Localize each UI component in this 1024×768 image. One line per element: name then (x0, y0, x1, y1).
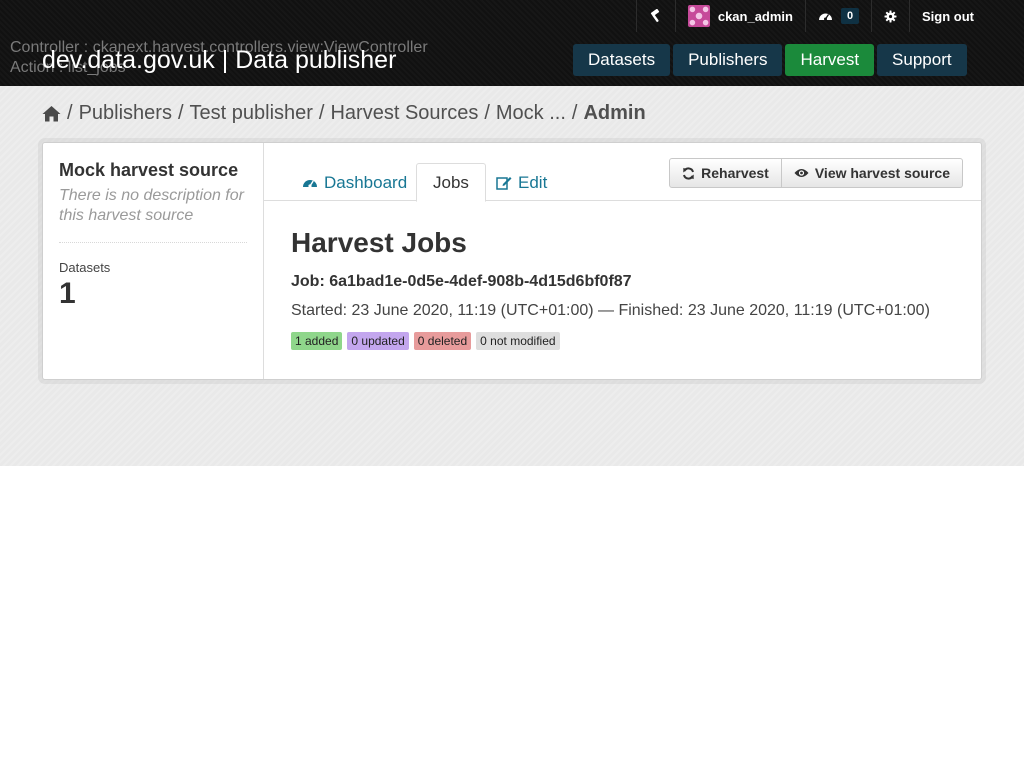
sign-out-label: Sign out (922, 8, 974, 24)
datasets-stat-label: Datasets (59, 260, 111, 275)
harvest-source-panel: Mock harvest source There is no descript… (42, 142, 982, 380)
home-icon[interactable] (42, 105, 61, 122)
sysadmin-link[interactable] (635, 0, 675, 32)
sign-out-link[interactable]: Sign out (909, 0, 986, 32)
user-link[interactable]: ckan_admin (674, 0, 805, 32)
account-bar: ckan_admin 0 Sign out (635, 0, 986, 32)
breadcrumb-publishers[interactable]: Publishers (79, 102, 172, 125)
updated-badge: 0 updated (347, 332, 409, 350)
source-title: Mock harvest source (59, 160, 239, 180)
nav-harvest[interactable]: Harvest (785, 44, 875, 76)
tab-jobs[interactable]: Jobs (416, 163, 486, 202)
masthead: ckan_admin 0 Sign out Controller: ckane… (0, 0, 1024, 86)
dashboard-icon (302, 176, 318, 189)
content-area: Dashboard Jobs Edit Reharvest View harve… (264, 143, 981, 379)
job-status-labels: 1 added 0 updated 0 deleted 0 not modifi… (291, 332, 961, 350)
source-description: There is no description for this harvest… (59, 186, 247, 243)
dashboard-count-badge: 0 (841, 8, 859, 24)
hammer-icon (649, 9, 663, 23)
main-nav: Datasets Publishers Harvest Support (573, 44, 967, 76)
tab-jobs-label: Jobs (433, 172, 469, 192)
gear-icon (884, 10, 897, 23)
tab-bar: Dashboard Jobs Edit Reharvest View harve… (264, 143, 981, 202)
breadcrumb-separator: / (484, 102, 490, 124)
tab-dashboard-label: Dashboard (324, 172, 408, 192)
reharvest-button[interactable]: Reharvest (669, 158, 782, 188)
job-title[interactable]: Job: 6a1bad1e-0d5e-4def-908b-4d15d6bf0f8… (291, 273, 961, 291)
breadcrumb-harvest-sources[interactable]: Harvest Sources (330, 102, 478, 125)
job-times: Started: 23 June 2020, 11:19 (UTC+01:00)… (291, 302, 930, 319)
action-buttons: Reharvest View harvest source (669, 158, 963, 188)
settings-link[interactable] (871, 0, 909, 32)
avatar (687, 5, 710, 27)
not-modified-badge: 0 not modified (476, 332, 560, 350)
datasets-stat-value: 1 (59, 277, 76, 310)
sidebar: Mock harvest source There is no descript… (43, 143, 264, 379)
breadcrumb-mock-source[interactable]: Mock ... (496, 102, 566, 125)
edit-icon (496, 175, 512, 190)
eye-icon (794, 168, 809, 178)
tab-edit-label: Edit (518, 172, 548, 192)
nav-publishers[interactable]: Publishers (673, 44, 783, 76)
added-badge: 1 added (291, 332, 343, 350)
username: ckan_admin (717, 8, 793, 24)
site-title[interactable]: dev.data.gov.uk | Data publisher (42, 45, 396, 75)
refresh-icon (682, 166, 695, 180)
tab-edit[interactable]: Edit (480, 163, 563, 202)
nav-datasets[interactable]: Datasets (573, 44, 671, 76)
nav-support[interactable]: Support (877, 44, 967, 76)
view-harvest-source-button[interactable]: View harvest source (781, 158, 963, 188)
main-area: / Publishers / Test publisher / Harvest … (0, 86, 1024, 466)
breadcrumb: / Publishers / Test publisher / Harvest … (42, 102, 646, 125)
view-harvest-source-label: View harvest source (814, 165, 950, 181)
deleted-badge: 0 deleted (413, 332, 472, 350)
dashboard-icon (818, 10, 833, 22)
breadcrumb-current: Admin (583, 102, 646, 124)
page-title: Harvest Jobs (291, 227, 467, 258)
breadcrumb-test-publisher[interactable]: Test publisher (190, 102, 313, 125)
dashboard-link[interactable]: 0 (805, 0, 871, 32)
tab-dashboard[interactable]: Dashboard (286, 163, 423, 202)
breadcrumb-separator: / (177, 102, 184, 124)
breadcrumb-separator: / (67, 102, 73, 124)
breadcrumb-separator: / (571, 102, 578, 124)
breadcrumb-separator: / (318, 102, 325, 124)
jobs-panel: Harvest Jobs Job: 6a1bad1e-0d5e-4def-908… (291, 227, 961, 350)
reharvest-label: Reharvest (701, 165, 769, 181)
